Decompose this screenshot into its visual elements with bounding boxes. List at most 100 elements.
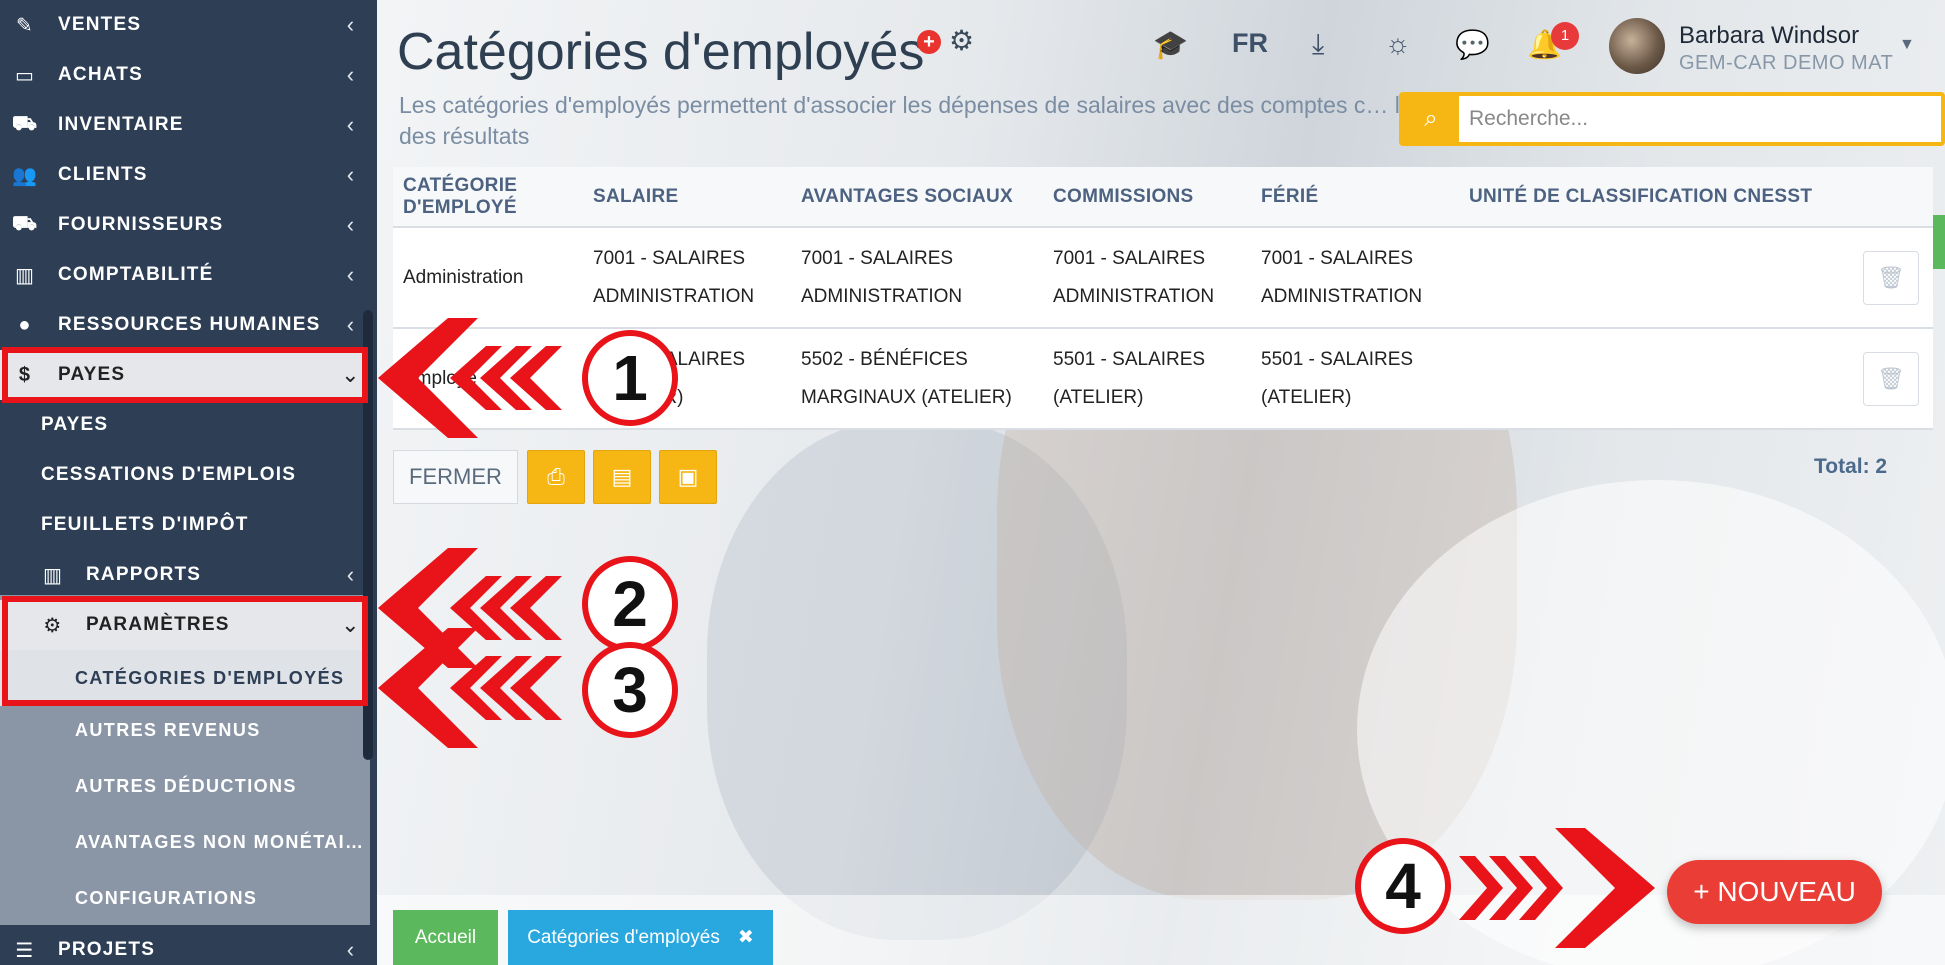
sidebar-subitem-label: FEUILLETS D'IMPÔT [41, 514, 249, 535]
cell-line: ADMINISTRATION [1053, 285, 1215, 307]
annotation-arrow-4 [1459, 828, 1655, 948]
column-header[interactable]: COMMISSIONS [1043, 167, 1251, 228]
delete-button[interactable]: 🗑 [1863, 250, 1919, 305]
truck-icon: ⛟ [11, 212, 39, 235]
new-button[interactable]: + NOUVEAU [1667, 860, 1882, 924]
pencil-icon: ✎ [16, 14, 34, 37]
chevron-left-icon: ‹ [346, 62, 356, 87]
sidebar-subitem-cessations[interactable]: CESSATIONS D'EMPLOIS [0, 450, 370, 500]
chevron-left-icon: ‹ [346, 937, 356, 962]
trash-icon: 🗑 [1877, 365, 1905, 391]
delete-button[interactable]: 🗑 [1863, 351, 1919, 406]
server-icon: ☰ [15, 939, 35, 962]
sidebar-subitem-label: RAPPORTS [86, 564, 202, 585]
step-marker-3: 3 [582, 642, 678, 738]
column-header[interactable]: UNITÉ DE CLASSIFICATION CNESST [1459, 167, 1839, 228]
column-header[interactable]: FÉRIÉ [1251, 167, 1459, 228]
tab-categories-employes[interactable]: Catégories d'employés ✖ [508, 910, 773, 965]
annotation-arrow-1 [378, 318, 562, 438]
cell-cnesst [1459, 328, 1839, 430]
chevron-left-icon: ‹ [346, 162, 356, 187]
sidebar-item-ressources-humaines[interactable]: ● RESSOURCES HUMAINES ‹ [0, 300, 370, 350]
gear-icon[interactable]: ⚙ [949, 24, 974, 57]
cell-line: 7001 - SALAIRES [801, 247, 954, 269]
column-header[interactable]: AVANTAGES SOCIAUX [791, 167, 1043, 228]
cell-salaire: 7001 - SALAIRES ADMINISTRATION [583, 227, 791, 329]
credit-card-icon: ▭ [14, 64, 36, 87]
export-pdf-button[interactable]: ▣ [659, 450, 717, 504]
language-selector[interactable]: FR [1232, 28, 1268, 59]
cell-avantages: 7001 - SALAIRES ADMINISTRATION [791, 227, 1043, 329]
cell-line: 7001 - SALAIRES [1261, 247, 1414, 269]
user-name[interactable]: Barbara Windsor [1679, 22, 1859, 50]
cell-line: (ATELIER) [1261, 386, 1352, 408]
cell-line: ADMINISTRATION [1261, 285, 1423, 307]
step-marker-1: 1 [582, 330, 678, 426]
sidebar-item-label: INVENTAIRE [58, 114, 184, 135]
graduation-cap-icon[interactable]: 🎓 [1153, 28, 1188, 61]
sidebar-item-label: FOURNISSEURS [58, 214, 224, 235]
sidebar: ✎ VENTES ‹ ▭ ACHATS ‹ ⛟ INVENTAIRE ‹ 👥 C… [0, 0, 377, 965]
user-icon: ● [18, 313, 32, 336]
page-title: Catégories d'employés [397, 23, 925, 81]
plus-circle-icon[interactable]: + [917, 30, 941, 54]
search-input[interactable] [1459, 96, 1941, 142]
search-icon[interactable]: ⌕ [1403, 96, 1459, 142]
sidebar-item-label: ACHATS [58, 64, 143, 85]
sidebar-item-fournisseurs[interactable]: ⛟ FOURNISSEURS ‹ [0, 200, 370, 250]
cell-categorie: Administration [393, 227, 583, 329]
annotation-box-parametres [2, 596, 368, 706]
avatar[interactable] [1609, 18, 1665, 74]
tab-label: Catégories d'employés [527, 926, 720, 948]
tab-accueil[interactable]: Accueil [393, 910, 498, 965]
sidebar-subitem-label: AUTRES REVENUS [75, 719, 261, 740]
cell-line: 7001 - SALAIRES [593, 247, 746, 269]
users-icon: 👥 [11, 164, 39, 187]
sidebar-item-clients[interactable]: 👥 CLIENTS ‹ [0, 150, 370, 200]
sidebar-subitem-autres-revenus[interactable]: AUTRES REVENUS [0, 702, 370, 758]
cell-actions: 🗑 [1839, 328, 1933, 430]
bar-chart-icon: ▥ [14, 264, 36, 287]
cell-line: 5501 - SALAIRES [1261, 348, 1414, 370]
column-header[interactable]: SALAIRE [583, 167, 791, 228]
main-content: Catégories d'employés + ⚙ Les catégories… [377, 0, 1945, 965]
print-button[interactable]: ⎙ [527, 450, 585, 504]
sidebar-item-ventes[interactable]: ✎ VENTES ‹ [0, 0, 370, 50]
sidebar-item-comptabilite[interactable]: ▥ COMPTABILITÉ ‹ [0, 250, 370, 300]
search-box: ⌕ [1399, 92, 1945, 146]
sidebar-subitem-autres-deductions[interactable]: AUTRES DÉDUCTIONS [0, 758, 370, 814]
sidebar-subitem-avantages-non-monetaires[interactable]: AVANTAGES NON MONÉTAI… [0, 814, 370, 870]
cell-line: ADMINISTRATION [593, 285, 755, 307]
download-icon[interactable]: ⤓ [1312, 28, 1324, 61]
caret-down-icon[interactable]: ▼ [1899, 36, 1915, 54]
sidebar-subitem-rapports[interactable]: ▥ RAPPORTS ‹ [0, 550, 370, 600]
cell-line: 5502 - BÉNÉFICES [801, 348, 968, 370]
cell-line: 7001 - SALAIRES [1053, 247, 1206, 269]
page-subtitle: Les catégories d'employés permettent d'a… [399, 92, 1443, 149]
sidebar-item-label: VENTES [58, 14, 142, 35]
column-header[interactable]: CATÉGORIE D'EMPLOYÉ [393, 167, 583, 228]
cell-line: 5501 - SALAIRES [1053, 348, 1206, 370]
table-row[interactable]: Administration 7001 - SALAIRES ADMINISTRA… [393, 227, 1933, 329]
trash-icon: 🗑 [1877, 264, 1905, 290]
sidebar-item-achats[interactable]: ▭ ACHATS ‹ [0, 50, 370, 100]
sidebar-subitem-configurations[interactable]: CONFIGURATIONS [0, 870, 370, 926]
excel-file-icon: ▤ [611, 464, 633, 489]
sidebar-item-inventaire[interactable]: ⛟ INVENTAIRE ‹ [0, 100, 370, 150]
annotation-box-payes [2, 347, 368, 403]
sidebar-subitem-payes[interactable]: PAYES [0, 400, 370, 450]
export-excel-button[interactable]: ▤ [593, 450, 651, 504]
sidebar-subitem-feuillets[interactable]: FEUILLETS D'IMPÔT [0, 500, 370, 550]
cell-commissions: 5501 - SALAIRES (ATELIER) [1043, 328, 1251, 430]
notification-badge: 1 [1551, 22, 1579, 50]
total-count: Total: 2 [1814, 455, 1888, 478]
cell-line: (ATELIER) [1053, 386, 1144, 408]
chat-icon[interactable]: 💬 [1455, 28, 1490, 61]
close-button[interactable]: FERMER [393, 450, 518, 504]
close-icon[interactable]: ✖ [738, 926, 754, 949]
bar-chart-icon: ▥ [42, 564, 64, 587]
lightbulb-icon[interactable]: ☼ [1385, 28, 1411, 60]
sidebar-item-label: RESSOURCES HUMAINES [58, 314, 321, 335]
cell-actions: 🗑 [1839, 227, 1933, 329]
sidebar-item-projets[interactable]: ☰ PROJETS ‹ [0, 925, 370, 965]
